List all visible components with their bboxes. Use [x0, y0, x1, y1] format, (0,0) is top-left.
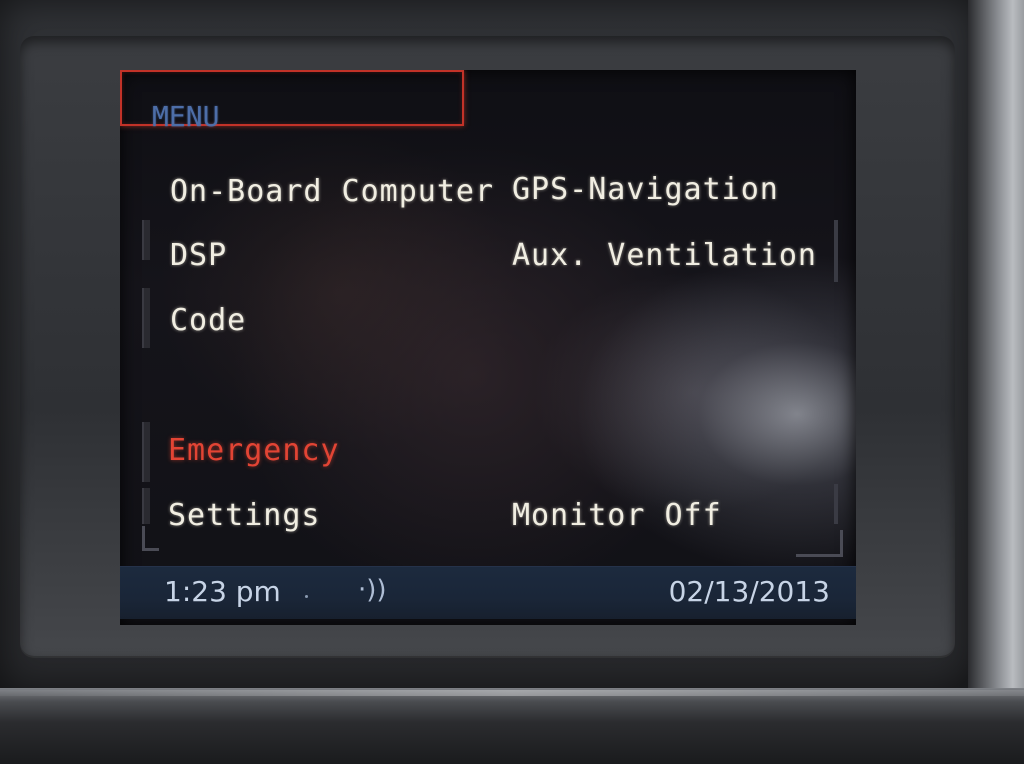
menu-title: MENU	[152, 100, 220, 133]
status-dot	[305, 595, 308, 598]
left-edge-tick	[142, 288, 150, 348]
menu-item-on-board-computer[interactable]: On-Board Computer	[170, 174, 494, 209]
left-edge-tick	[142, 422, 150, 482]
device-photo: MENU On-Board Computer GPS-Navigation DS…	[0, 0, 1024, 764]
bezel-rim-bottom	[0, 688, 1024, 764]
menu-item-code[interactable]: Code	[170, 303, 246, 338]
speaker-waves-icon: ·))	[358, 575, 387, 605]
bezel-glare	[0, 690, 1024, 696]
menu-item-aux-ventilation[interactable]: Aux. Ventilation	[512, 238, 817, 273]
menu-item-settings[interactable]: Settings	[168, 498, 321, 533]
menu-item-dsp[interactable]: DSP	[170, 238, 227, 273]
scroll-indicator	[834, 484, 838, 524]
lcd-screen: MENU On-Board Computer GPS-Navigation DS…	[120, 70, 856, 625]
status-date: 02/13/2013	[668, 575, 830, 608]
frame-corner-right	[796, 530, 843, 557]
frame-corner-left	[142, 526, 159, 551]
menu-item-monitor-off[interactable]: Monitor Off	[512, 498, 722, 533]
menu-item-emergency[interactable]: Emergency	[168, 433, 340, 468]
scroll-indicator	[834, 220, 838, 282]
status-bar: 1:23 pm ·)) 02/13/2013	[120, 566, 856, 619]
status-time: 1:23 pm	[164, 575, 281, 608]
bezel-rim-right	[968, 0, 1024, 700]
left-edge-tick	[142, 220, 150, 260]
menu-item-gps-navigation[interactable]: GPS-Navigation	[512, 172, 779, 207]
left-edge-tick	[142, 488, 150, 524]
